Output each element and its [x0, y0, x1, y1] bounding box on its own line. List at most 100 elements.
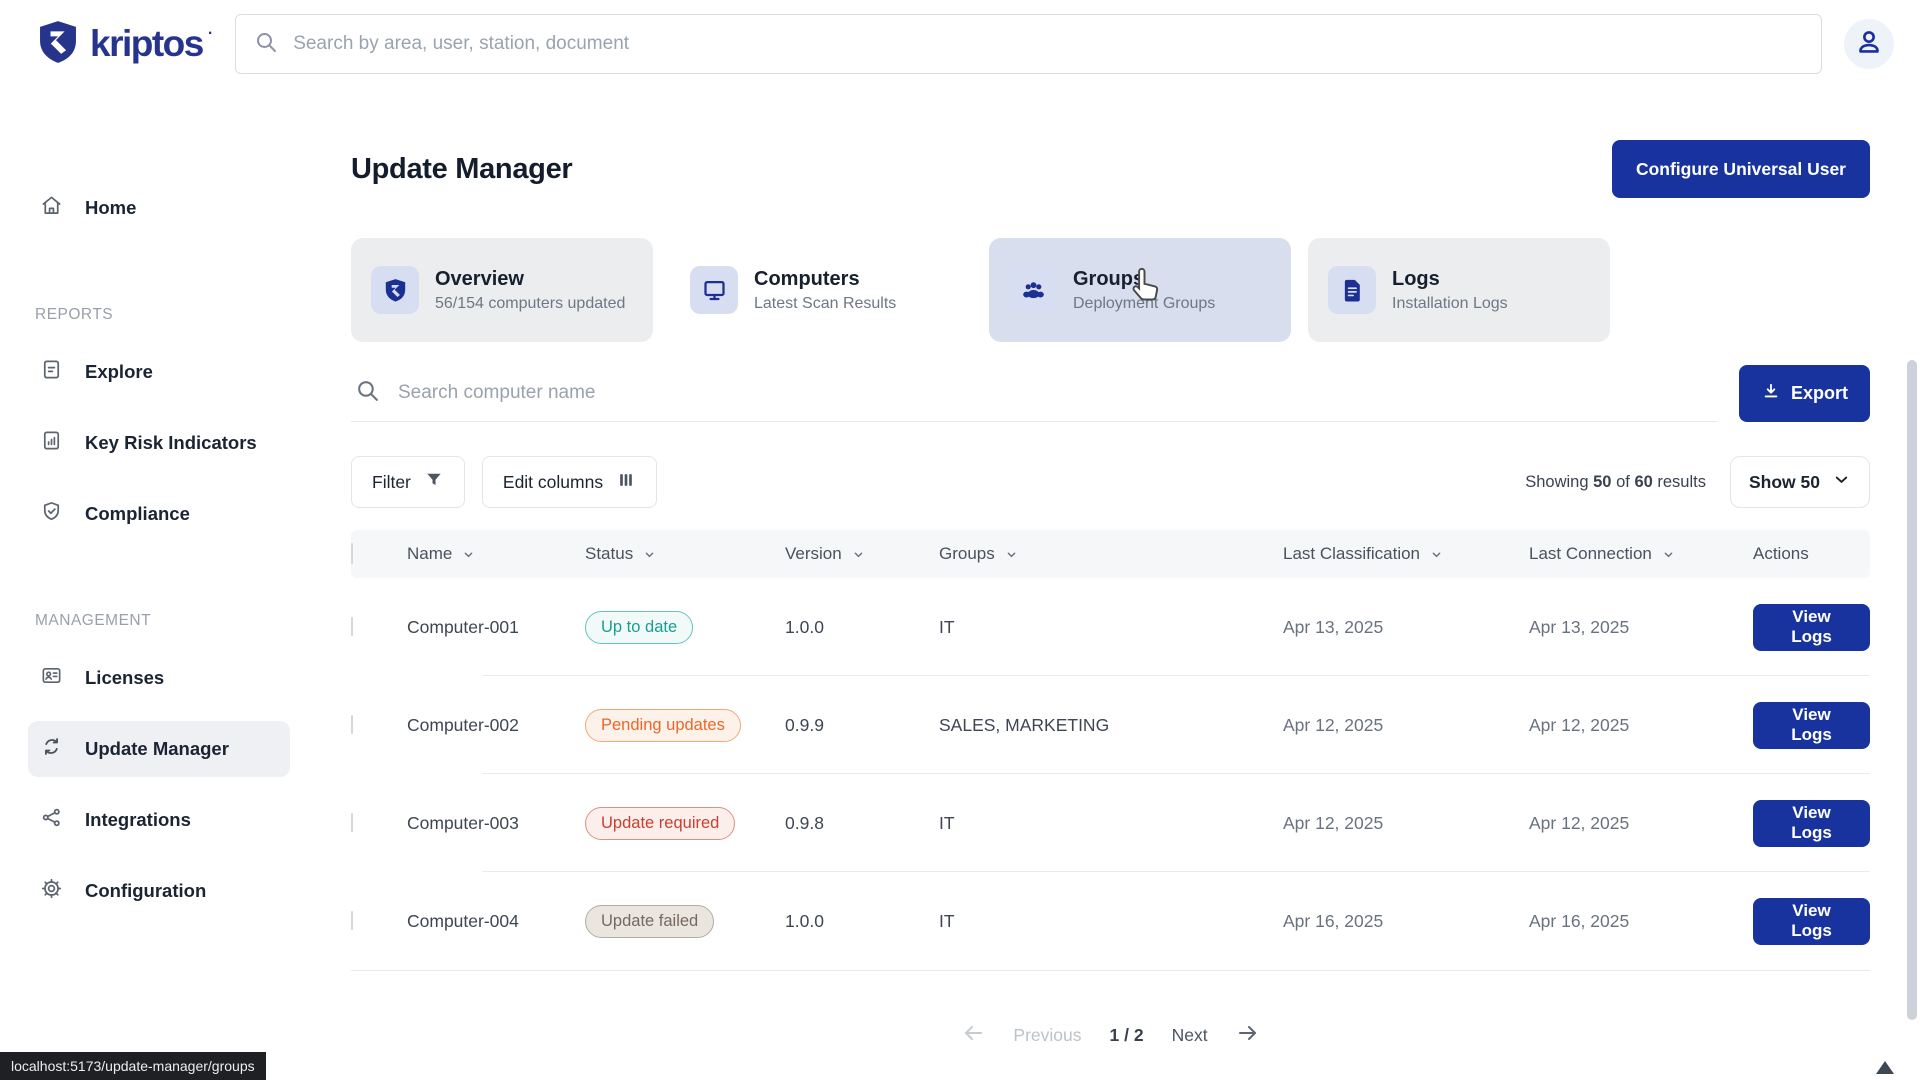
sidebar-item-home[interactable]: Home	[28, 180, 290, 236]
cell-last-connection: Apr 12, 2025	[1529, 715, 1753, 736]
column-header-last-connection[interactable]: Last Connection	[1529, 544, 1753, 564]
logo-trademark: ·	[208, 25, 213, 43]
kriptos-logo[interactable]: kriptos ·	[35, 19, 213, 70]
table-row: Computer-001 Up to date 1.0.0 IT Apr 13,…	[351, 578, 1870, 676]
row-checkbox[interactable]	[351, 813, 353, 832]
sort-chevron-icon	[1004, 547, 1019, 562]
configure-universal-user-button[interactable]: Configure Universal User	[1612, 140, 1870, 198]
cell-version: 1.0.0	[785, 911, 939, 932]
filter-label: Filter	[372, 472, 411, 493]
column-header-status[interactable]: Status	[585, 544, 785, 564]
sidebar-item-label: Licenses	[85, 667, 164, 689]
share-network-icon	[40, 806, 63, 834]
user-avatar-button[interactable]	[1844, 19, 1894, 69]
view-logs-button[interactable]: View Logs	[1753, 702, 1870, 749]
tab-groups[interactable]: Groups Deployment Groups	[989, 238, 1291, 342]
cell-last-classification: Apr 13, 2025	[1283, 617, 1529, 638]
next-page-button[interactable]: Next	[1172, 1025, 1208, 1046]
tab-overview[interactable]: Overview 56/154 computers updated	[351, 238, 653, 342]
row-checkbox[interactable]	[351, 617, 353, 636]
tab-title: Computers	[754, 268, 896, 291]
row-checkbox[interactable]	[351, 911, 353, 930]
row-checkbox[interactable]	[351, 715, 353, 734]
column-header-last-classification[interactable]: Last Classification	[1283, 544, 1529, 564]
sidebar-section-management: MANAGEMENT Licenses Update Manager Integ…	[0, 612, 318, 919]
cell-version: 0.9.9	[785, 715, 939, 736]
pagination: Previous 1 / 2 Next	[351, 1021, 1870, 1050]
sort-chevron-icon	[1429, 547, 1444, 562]
cell-last-connection: Apr 16, 2025	[1529, 911, 1753, 932]
cell-groups: SALES, MARKETING	[939, 715, 1283, 736]
tab-subtitle: 56/154 computers updated	[435, 295, 625, 313]
column-header-version[interactable]: Version	[785, 544, 939, 564]
select-all-checkbox[interactable]	[351, 543, 353, 564]
status-badge: Pending updates	[585, 709, 741, 742]
download-icon	[1761, 381, 1781, 406]
sidebar: Home REPORTS Explore Key Risk Indicators	[0, 88, 318, 1080]
cell-name: Computer-001	[407, 617, 585, 638]
cell-last-classification: Apr 12, 2025	[1283, 715, 1529, 736]
sidebar-item-compliance[interactable]: Compliance	[28, 486, 290, 542]
column-header-actions: Actions	[1753, 544, 1870, 564]
tab-computers[interactable]: Computers Latest Scan Results	[670, 238, 972, 342]
view-logs-button[interactable]: View Logs	[1753, 898, 1870, 945]
document-icon	[40, 358, 63, 386]
sidebar-item-configuration[interactable]: Configuration	[28, 863, 290, 919]
global-search-input[interactable]	[291, 32, 1803, 56]
column-header-groups[interactable]: Groups	[939, 544, 1283, 564]
main-content: Update Manager Configure Universal User …	[318, 88, 1920, 1080]
computers-table: Name Status Version Groups Last Classifi…	[351, 530, 1870, 971]
sidebar-item-update-manager[interactable]: Update Manager	[28, 721, 290, 777]
chevron-down-icon	[1832, 470, 1851, 494]
sidebar-section-title: MANAGEMENT	[35, 612, 318, 630]
tab-title: Logs	[1392, 268, 1508, 291]
page-size-select[interactable]: Show 50	[1730, 456, 1870, 508]
sidebar-item-explore[interactable]: Explore	[28, 344, 290, 400]
sort-chevron-icon	[642, 547, 657, 562]
edit-columns-button[interactable]: Edit columns	[482, 456, 657, 508]
sidebar-item-integrations[interactable]: Integrations	[28, 792, 290, 848]
top-header: kriptos ·	[0, 0, 1920, 88]
tab-subtitle: Latest Scan Results	[754, 295, 896, 313]
status-badge: Update failed	[585, 905, 714, 938]
sidebar-item-label: Home	[85, 197, 136, 219]
computer-search[interactable]	[351, 364, 1717, 422]
sidebar-item-licenses[interactable]: Licenses	[28, 650, 290, 706]
global-search[interactable]	[235, 14, 1822, 74]
view-logs-button[interactable]: View Logs	[1753, 800, 1870, 847]
id-card-icon	[40, 664, 63, 692]
cell-groups: IT	[939, 617, 1283, 638]
sidebar-item-label: Compliance	[85, 503, 190, 525]
funnel-icon	[424, 470, 444, 495]
tab-logs[interactable]: Logs Installation Logs	[1308, 238, 1610, 342]
cell-groups: IT	[939, 911, 1283, 932]
sidebar-item-label: Integrations	[85, 809, 191, 831]
scrollbar-thumb[interactable]	[1907, 360, 1917, 1020]
column-header-name[interactable]: Name	[407, 544, 585, 564]
sort-chevron-icon	[1661, 547, 1676, 562]
export-button[interactable]: Export	[1739, 365, 1870, 422]
status-bar-url: localhost:5173/update-manager/groups	[0, 1052, 266, 1080]
cell-name: Computer-004	[407, 911, 585, 932]
tab-title: Overview	[435, 268, 625, 291]
cell-version: 1.0.0	[785, 617, 939, 638]
cell-version: 0.9.8	[785, 813, 939, 834]
sync-icon	[40, 735, 63, 763]
arrow-right-icon[interactable]	[1236, 1021, 1260, 1050]
tab-title: Groups	[1073, 268, 1215, 291]
view-logs-button[interactable]: View Logs	[1753, 604, 1870, 651]
columns-icon	[616, 470, 636, 495]
cell-last-connection: Apr 13, 2025	[1529, 617, 1753, 638]
sidebar-item-key-risk-indicators[interactable]: Key Risk Indicators	[28, 415, 290, 471]
cell-groups: IT	[939, 813, 1283, 834]
logo-text: kriptos	[90, 23, 203, 65]
cell-last-connection: Apr 12, 2025	[1529, 813, 1753, 834]
status-badge: Update required	[585, 807, 735, 840]
previous-page-button[interactable]: Previous	[1013, 1025, 1081, 1046]
computer-search-input[interactable]	[396, 381, 1713, 405]
sidebar-item-label: Key Risk Indicators	[85, 432, 257, 454]
page-title: Update Manager	[351, 153, 572, 186]
cell-last-classification: Apr 12, 2025	[1283, 813, 1529, 834]
filter-button[interactable]: Filter	[351, 456, 465, 508]
home-icon	[40, 194, 63, 222]
